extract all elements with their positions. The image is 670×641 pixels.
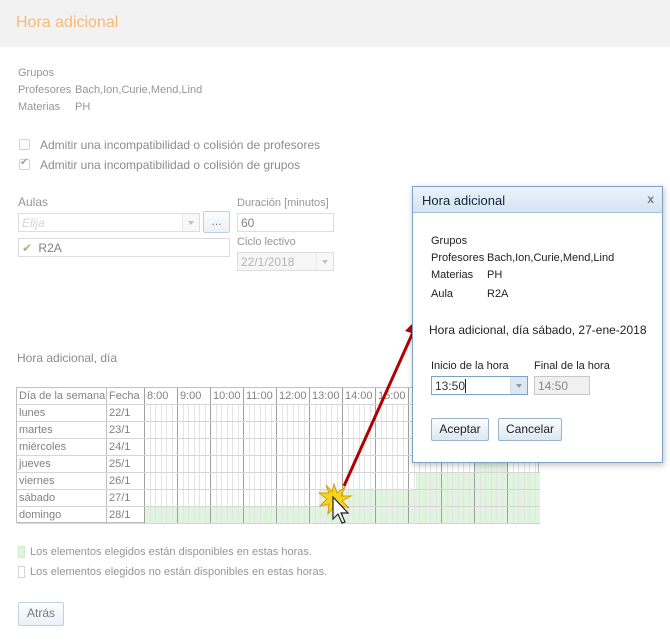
- dialog-room-value: R2A: [487, 288, 509, 300]
- start-label: Inicio de la hora: [431, 360, 509, 372]
- dialog-summary: Hora adicional, día sábado, 27-ene-2018: [429, 323, 647, 337]
- accept-button[interactable]: Aceptar: [431, 418, 489, 441]
- additional-hour-dialog: Hora adicional x Grupos Profesores Bach,…: [412, 186, 663, 463]
- close-icon[interactable]: x: [647, 192, 654, 206]
- chevron-down-icon[interactable]: [510, 377, 527, 394]
- dialog-subjects-value: PH: [487, 269, 503, 281]
- end-label: Final de la hora: [534, 360, 610, 372]
- dialog-teachers-label: Profesores: [431, 252, 485, 264]
- dialog-title: Hora adicional: [422, 193, 506, 208]
- dialog-teachers-value: Bach,Ion,Curie,Mend,Lind: [487, 252, 615, 264]
- dialog-titlebar: Hora adicional x: [413, 187, 662, 213]
- end-time-field: 14:50: [534, 376, 590, 395]
- cancel-button[interactable]: Cancelar: [498, 418, 562, 441]
- dialog-room-label: Aula: [431, 288, 454, 300]
- arrow-line: [342, 329, 416, 487]
- start-time-select[interactable]: 13:50​: [431, 376, 528, 395]
- start-time-value: 13:50: [435, 379, 466, 393]
- click-burst-icon: [318, 482, 353, 524]
- dialog-subjects-label: Materias: [431, 269, 474, 281]
- dialog-groups-label: Grupos: [431, 235, 468, 247]
